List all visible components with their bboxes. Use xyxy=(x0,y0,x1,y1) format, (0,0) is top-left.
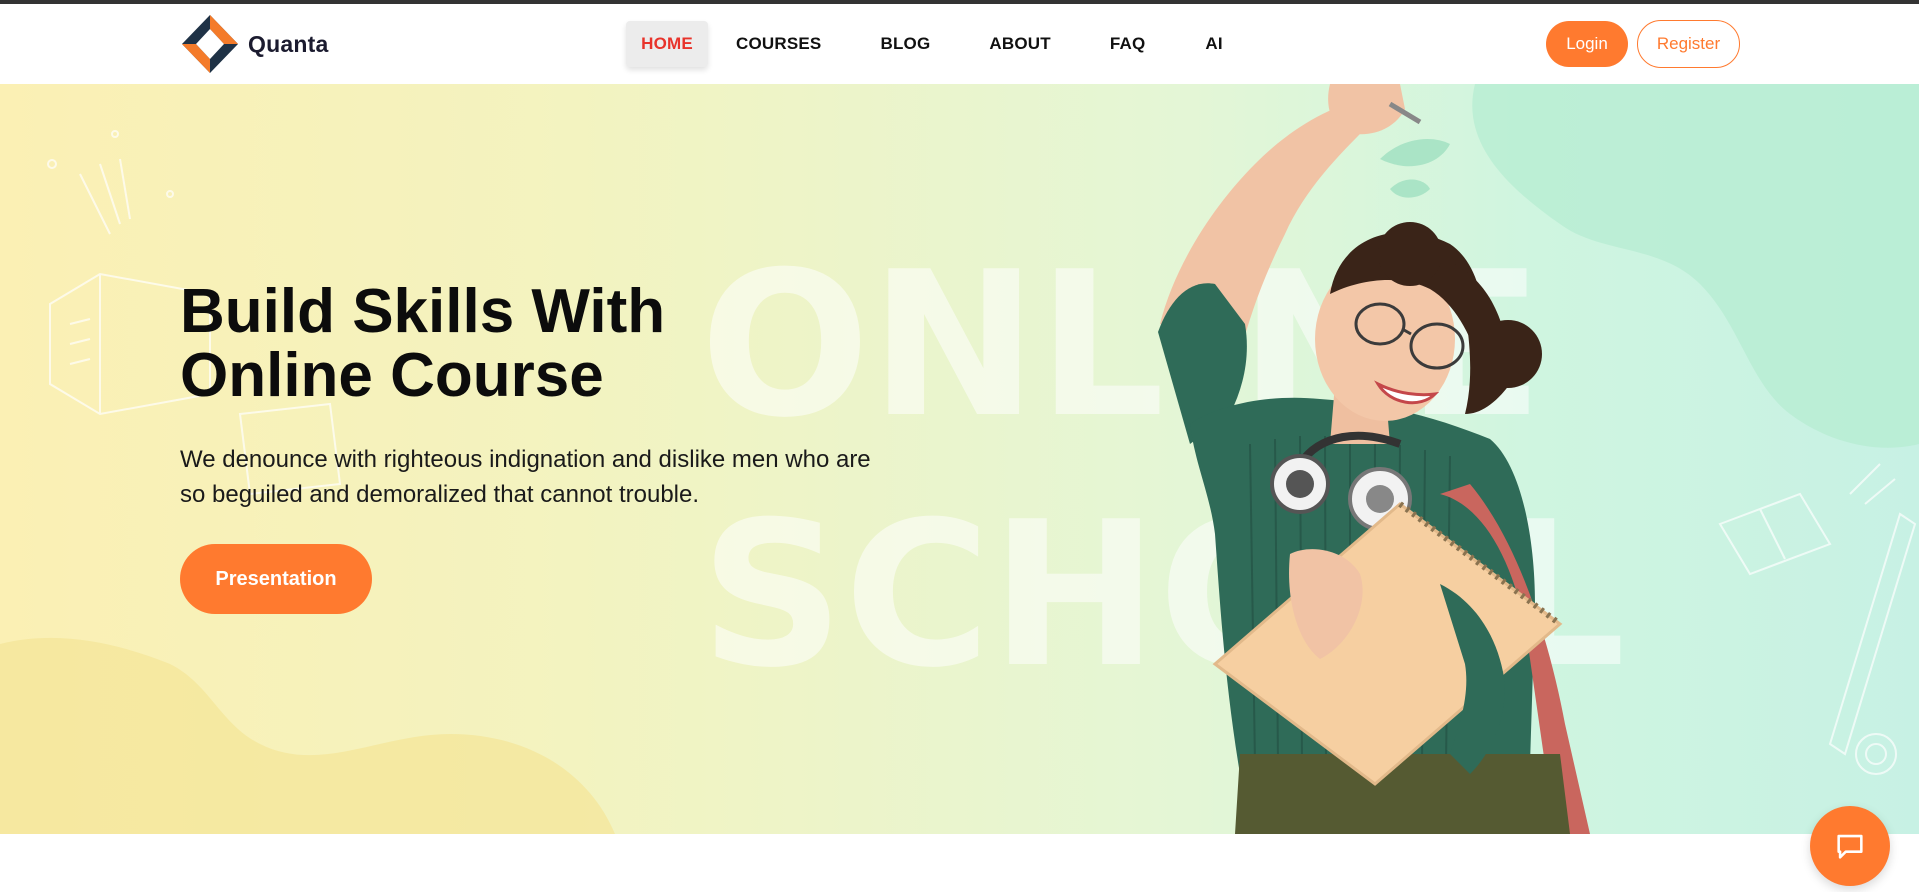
hero-description: We denounce with righteous indignation a… xyxy=(180,446,871,508)
hero-section: ONLINE SCHOOL Build Skills With Online C… xyxy=(0,84,1919,834)
main-nav: HOME COURSES BLOG ABOUT FAQ AI xyxy=(626,21,1223,67)
register-button[interactable]: Register xyxy=(1637,20,1740,68)
login-button[interactable]: Login xyxy=(1546,21,1628,67)
brand-logo[interactable]: Quanta xyxy=(180,13,328,75)
nav-item-home[interactable]: HOME xyxy=(626,21,708,67)
chat-button[interactable] xyxy=(1810,806,1890,886)
nav-item-courses[interactable]: COURSES xyxy=(736,21,821,67)
diamond-logo-icon xyxy=(182,15,238,73)
chat-bubble-icon xyxy=(1837,834,1863,859)
hero-title-line-2: Online Course xyxy=(180,341,604,410)
brand-name: Quanta xyxy=(248,30,329,57)
nav-item-about[interactable]: ABOUT xyxy=(989,21,1050,67)
hero-title: Build Skills With Online Course xyxy=(180,280,800,408)
nav-item-blog[interactable]: BLOG xyxy=(880,21,930,67)
site-header: Quanta HOME COURSES BLOG ABOUT FAQ AI Lo… xyxy=(0,4,1919,84)
presentation-button[interactable]: Presentation xyxy=(180,544,372,614)
hero-title-line-1: Build Skills With xyxy=(180,277,666,346)
nav-item-faq[interactable]: FAQ xyxy=(1110,21,1146,67)
nav-item-ai[interactable]: AI xyxy=(1205,21,1222,67)
